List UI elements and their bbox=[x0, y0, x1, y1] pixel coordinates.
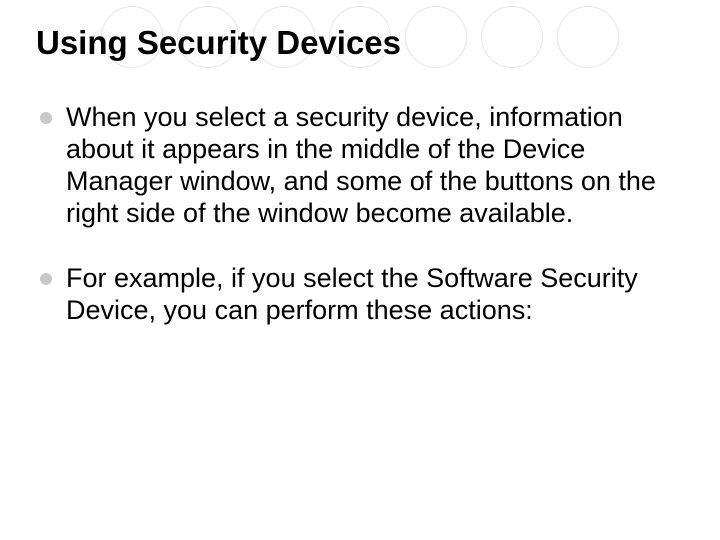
bullet-text: For example, if you select the Software … bbox=[66, 263, 638, 325]
slide-title: Using Security Devices bbox=[36, 24, 684, 62]
bullet-icon bbox=[40, 273, 52, 285]
list-item: When you select a security device, infor… bbox=[62, 102, 684, 229]
bullet-icon bbox=[40, 112, 52, 124]
slide-content: Using Security Devices When you select a… bbox=[0, 0, 720, 540]
bullet-list: When you select a security device, infor… bbox=[36, 102, 684, 327]
bullet-text: When you select a security device, infor… bbox=[66, 102, 656, 228]
list-item: For example, if you select the Software … bbox=[62, 263, 684, 327]
